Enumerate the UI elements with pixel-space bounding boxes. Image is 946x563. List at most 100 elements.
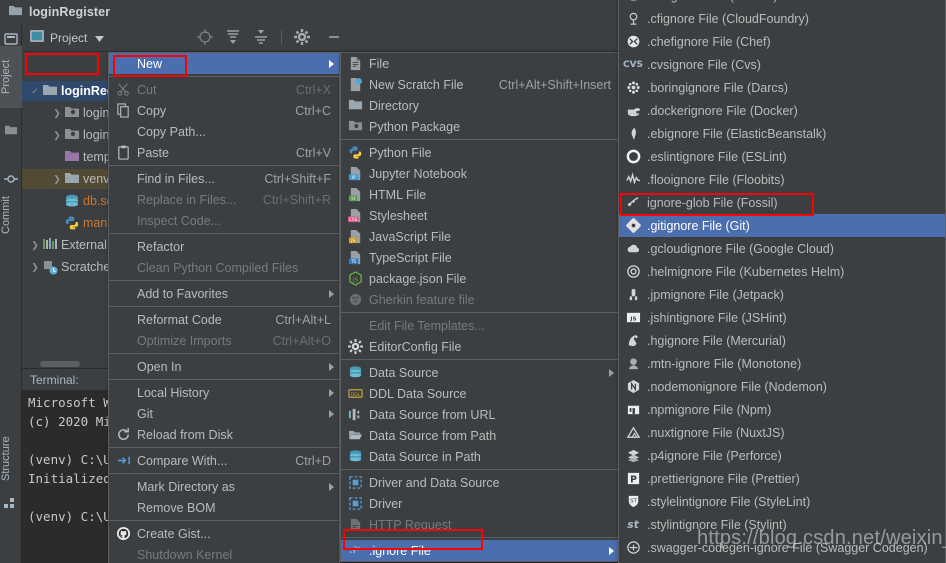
menu-item-directory[interactable]: Directory [341,95,619,116]
menu-item-ddl-data-source[interactable]: DDL DDL Data Source [341,383,619,404]
gear-icon[interactable] [294,29,310,45]
npm-icon [625,402,641,418]
menu-item-data-source-in-path[interactable]: Data Source in Path [341,446,619,467]
new-submenu[interactable]: File New Scratch File Ctrl+Alt+Shift+Inser… [340,52,620,562]
menu-item-open-in[interactable]: Open In [109,356,339,377]
expand-all-icon[interactable] [225,29,241,45]
menu-item-tfignore-file-team-foundation[interactable]: .tfignore File (Team Foundation) [619,559,945,563]
chevron-right-icon[interactable]: ❯ [50,108,64,119]
database-icon [347,365,363,381]
locate-icon[interactable] [197,29,213,45]
menu-item-refactor[interactable]: Refactor [109,236,339,257]
menu-item-gitignore-file-git[interactable]: .gitignore File (Git) [619,214,945,237]
menu-item-label: Gherkin feature file [369,292,475,307]
menu-item-stylesheet[interactable]: CSS Stylesheet [341,205,619,226]
folder-icon-stripe [4,124,18,138]
menu-item-jpmignore-file-jetpack[interactable]: .jpmignore File (Jetpack) [619,283,945,306]
menu-item-new[interactable]: New [109,53,339,74]
menu-item-bzrignore-file-bazaar[interactable]: .bzrignore File (Bazaar) [619,0,945,7]
menu-item-helmignore-file-kubernetes-helm[interactable]: .helmignore File (Kubernetes Helm) [619,260,945,283]
menu-item-eslintignore-file-eslint[interactable]: .eslintignore File (ESLint) [619,145,945,168]
menu-item-reload-from-disk[interactable]: Reload from Disk [109,424,339,445]
menu-item-label: .stylelintignore File (StyleLint) [647,494,811,509]
menu-item-paste[interactable]: Paste Ctrl+V [109,142,339,163]
menu-item-boringignore-file-darcs[interactable]: .boringignore File (Darcs) [619,76,945,99]
menu-item-nuxtignore-file-nuxtjs[interactable]: .nuxtignore File (NuxtJS) [619,421,945,444]
scrollbar-thumb[interactable] [40,361,80,367]
menu-item-copy[interactable]: Copy Ctrl+C [109,100,339,121]
chevron-right-icon[interactable]: ❯ [28,262,42,273]
menu-item-new-scratch-file[interactable]: New Scratch File Ctrl+Alt+Shift+Insert [341,74,619,95]
chevron-right-icon [329,289,334,298]
menu-item-label: TypeScript File [369,250,452,265]
menu-item-typescript-file[interactable]: TS TypeScript File [341,247,619,268]
jshint-icon: JS [625,310,641,326]
menu-item-jupyter-notebook[interactable]: IP Jupyter Notebook [341,163,619,184]
menu-item-prettierignore-file-prettier[interactable]: P .prettierignore File (Prettier) [619,467,945,490]
menu-item-hgignore-file-mercurial[interactable]: .hgignore File (Mercurial) [619,329,945,352]
chevron-right-icon[interactable]: ❯ [28,240,42,251]
menu-item-ebignore-file-elasticbeanstalk[interactable]: .ebignore File (ElasticBeanstalk) [619,122,945,145]
cvs-icon: CVS [622,59,644,70]
nodemon-icon [625,379,641,395]
menu-item-reformat-code[interactable]: Reformat Code Ctrl+Alt+L [109,309,339,330]
menu-item-flooignore-file-floobits[interactable]: .flooignore File (Floobits) [619,168,945,191]
menu-item-driver[interactable]: Driver [341,493,619,514]
nodejs-icon: JS [347,271,363,287]
menu-item-local-history[interactable]: Local History [109,382,339,403]
menu-item-package-json-file[interactable]: JS package.json File [341,268,619,289]
menu-item-p4ignore-file-perforce[interactable]: .p4ignore File (Perforce) [619,444,945,467]
menu-item-copy-path[interactable]: Copy Path... [109,121,339,142]
sidebar-item-structure[interactable]: Structure [0,424,22,494]
menu-item-mark-directory-as[interactable]: Mark Directory as [109,476,339,497]
menu-item-file[interactable]: File [341,53,619,74]
ignore-file-submenu[interactable]: .bzrignore File (Bazaar) .cfignore File (… [618,0,946,563]
menu-item-stylelintignore-file-stylelint[interactable]: ST .stylelintignore File (StyleLint) [619,490,945,513]
menu-item-chefignore-file-chef[interactable]: .chefignore File (Chef) [619,30,945,53]
menu-item-editorconfig-file[interactable]: EditorConfig File [341,336,619,357]
chevron-right-icon [329,388,334,397]
menu-item-data-source-from-url[interactable]: Data Source from URL [341,404,619,425]
menu-item-mtn-ignore-file-monotone[interactable]: .mtn-ignore File (Monotone) [619,352,945,375]
cucumber-icon [347,292,363,308]
minimize-icon[interactable] [326,29,342,45]
menu-item-create-gist[interactable]: Create Gist... [109,523,339,544]
menu-item-add-to-favorites[interactable]: Add to Favorites [109,283,339,304]
sidebar-item-project[interactable]: Project [0,46,22,108]
menu-item-gcloudignore-file-google-cloud[interactable]: .gcloudignore File (Google Cloud) [619,237,945,260]
menu-separator [341,139,619,140]
menu-item-ignore-file[interactable]: .i* .ignore File [341,540,619,561]
menu-item-label: Shutdown Kernel [137,547,233,562]
menu-item-jshintignore-file-jshint[interactable]: JS .jshintignore File (JSHint) [619,306,945,329]
chevron-right-icon[interactable]: ❯ [50,174,64,185]
menu-item-dockerignore-file-docker[interactable]: .dockerignore File (Docker) [619,99,945,122]
menu-item-driver-and-data-source[interactable]: Driver and Data Source [341,472,619,493]
folder-icon [42,83,58,99]
menu-item-compare-with[interactable]: Compare With... Ctrl+D [109,450,339,471]
menu-item-cvsignore-file-cvs[interactable]: CVS .cvsignore File (Cvs) [619,53,945,76]
sidebar-item-commit[interactable]: Commit [0,186,22,244]
menu-item-python-file[interactable]: Python File [341,142,619,163]
menu-item-data-source[interactable]: Data Source [341,362,619,383]
menu-item-python-package[interactable]: Python Package [341,116,619,137]
menu-item-javascript-file[interactable]: JS JavaScript File [341,226,619,247]
chevron-down-icon[interactable] [95,31,105,45]
python-file-icon [64,215,80,231]
project-context-menu[interactable]: New Cut Ctrl+X Copy Ctrl+C Copy Path... Paste C… [108,52,340,563]
project-icon [4,32,18,46]
menu-item-nodemonignore-file-nodemon[interactable]: .nodemonignore File (Nodemon) [619,375,945,398]
menu-item-data-source-from-path[interactable]: Data Source from Path [341,425,619,446]
chevron-right-icon [609,368,614,377]
menu-item-npmignore-file-npm[interactable]: .npmignore File (Npm) [619,398,945,421]
menu-item-html-file[interactable]: H HTML File [341,184,619,205]
menu-item-cfignore-file-cloudfoundry[interactable]: .cfignore File (CloudFoundry) [619,7,945,30]
collapse-all-icon[interactable] [253,29,269,45]
menu-separator [109,76,339,77]
menu-item-remove-bom[interactable]: Remove BOM [109,497,339,518]
menu-item-find-in-files[interactable]: Find in Files... Ctrl+Shift+F [109,168,339,189]
menu-item-git[interactable]: Git [109,403,339,424]
chevron-right-icon[interactable]: ❯ [50,130,64,141]
open-folder-icon [347,428,363,444]
menu-item-ignore-glob-file-fossil[interactable]: ignore-glob File (Fossil) [619,191,945,214]
blank [115,312,131,328]
